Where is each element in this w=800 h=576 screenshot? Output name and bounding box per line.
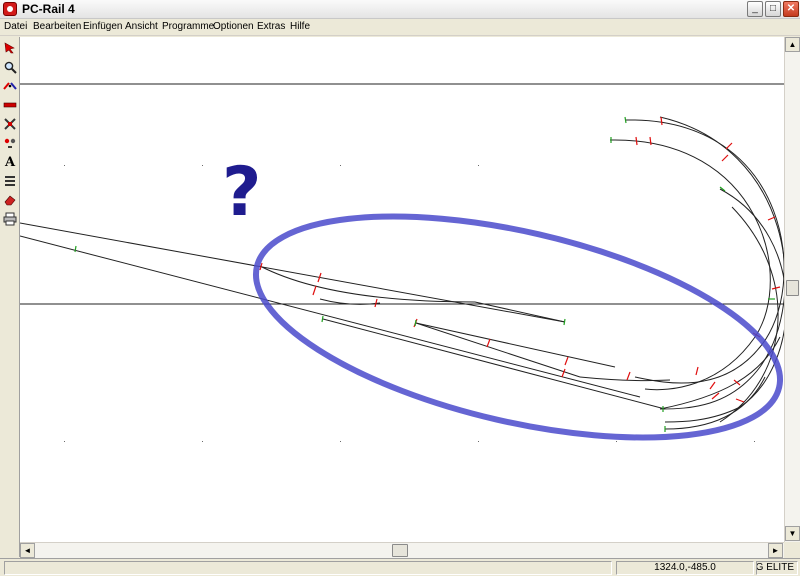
pc-rail-app-icon[interactable] <box>3 2 17 16</box>
menu-bar: Datei Bearbeiten Einfügen Ansicht Progra… <box>0 19 800 36</box>
minimize-button[interactable]: _ <box>747 1 763 17</box>
menu-extras[interactable]: Extras <box>257 21 285 32</box>
track-library-name: ILLIG ELITE <box>756 561 798 575</box>
question-mark-annotation: ? <box>222 153 262 232</box>
track-joints-green <box>74 116 775 432</box>
track-pieces <box>20 116 784 430</box>
horizontal-scrollbar[interactable]: ◄ ► <box>20 542 784 558</box>
select-arrow-icon[interactable] <box>1 39 19 57</box>
menu-ansicht[interactable]: Ansicht <box>125 21 158 32</box>
status-bar: 1324.0,-485.0 ILLIG ELITE <box>0 558 800 576</box>
menu-datei[interactable]: Datei <box>4 21 27 32</box>
menu-einfuegen[interactable]: Einfügen <box>83 21 122 32</box>
eraser-icon[interactable] <box>1 191 19 209</box>
horizontal-scroll-thumb[interactable] <box>392 544 408 557</box>
crossing-icon[interactable] <box>1 115 19 133</box>
scroll-down-button[interactable]: ▼ <box>785 526 800 541</box>
track-layout-canvas[interactable]: ? <box>20 37 784 542</box>
straight-track-icon[interactable] <box>1 96 19 114</box>
close-button[interactable]: ✕ <box>783 1 799 17</box>
text-tool-icon[interactable]: A <box>1 153 19 171</box>
title-bar[interactable]: PC-Rail 4 _ □ ✕ <box>0 0 800 19</box>
app-window: PC-Rail 4 _ □ ✕ Datei Bearbeiten Einfüge… <box>0 0 800 576</box>
scroll-left-button[interactable]: ◄ <box>20 543 35 558</box>
vertical-scrollbar[interactable]: ▲ ▼ <box>784 37 800 542</box>
track-layout-drawing <box>20 83 784 442</box>
menu-hilfe[interactable]: Hilfe <box>290 21 310 32</box>
highlight-ellipse <box>252 213 784 441</box>
cursor-coordinates: 1324.0,-485.0 <box>616 561 754 575</box>
menu-optionen[interactable]: Optionen <box>213 21 254 32</box>
signal-icon[interactable] <box>1 134 19 152</box>
printer-icon[interactable] <box>1 210 19 228</box>
zoom-magnifier-icon[interactable] <box>1 58 19 76</box>
maximize-button[interactable]: □ <box>765 1 781 17</box>
menu-programme[interactable]: Programme <box>162 21 214 32</box>
scroll-right-button[interactable]: ► <box>768 543 783 558</box>
scroll-up-button[interactable]: ▲ <box>785 37 800 52</box>
layers-icon[interactable] <box>1 172 19 190</box>
status-message <box>4 561 612 575</box>
vertical-scroll-thumb[interactable] <box>786 280 799 296</box>
tool-palette: A <box>0 37 20 557</box>
menu-bearbeiten[interactable]: Bearbeiten <box>33 21 81 32</box>
window-title: PC-Rail 4 <box>22 2 75 16</box>
track-connect-icon[interactable] <box>1 77 19 95</box>
